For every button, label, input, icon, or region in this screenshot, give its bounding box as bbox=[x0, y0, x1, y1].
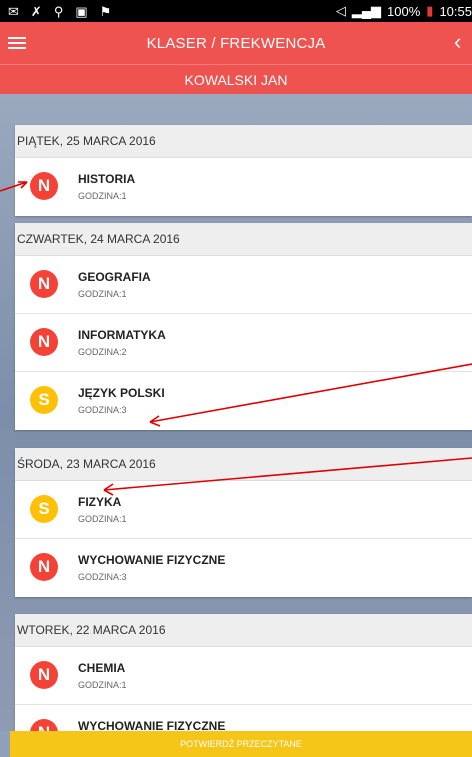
back-icon[interactable]: ‹ bbox=[454, 30, 472, 54]
lesson-row[interactable]: S FIZYKA GODZINA:1 bbox=[15, 481, 472, 539]
clock: 10:55 bbox=[439, 3, 472, 19]
status-badge: N bbox=[30, 661, 58, 689]
subject-name: WYCHOWANIE FIZYCZNE bbox=[78, 553, 226, 567]
status-badge: S bbox=[30, 386, 58, 414]
lesson-hour: GODZINA:1 bbox=[78, 191, 127, 201]
battery-level: 100% bbox=[387, 3, 421, 19]
confirm-read-button[interactable]: POTWIERDŹ PRZECZYTANE bbox=[10, 731, 472, 757]
lesson-hour: GODZINA:3 bbox=[78, 572, 127, 582]
day-header: ŚRODA, 23 MARCA 2016 bbox=[15, 448, 472, 481]
student-name: KOWALSKI JAN bbox=[0, 64, 472, 94]
day-header: WTOREK, 22 MARCA 2016 bbox=[15, 614, 472, 647]
lesson-row[interactable]: N WYCHOWANIE FIZYCZNE GODZINA:3 bbox=[15, 539, 472, 597]
lesson-row[interactable]: S JĘZYK POLSKI GODZINA:3 bbox=[15, 372, 472, 430]
status-badge: N bbox=[30, 328, 58, 356]
day-header: CZWARTEK, 24 MARCA 2016 bbox=[15, 223, 472, 256]
missed-call-icon: ✗ bbox=[30, 3, 42, 19]
lesson-hour: GODZINA:1 bbox=[78, 680, 127, 690]
status-badge: N bbox=[30, 270, 58, 298]
lesson-hour: GODZINA:1 bbox=[78, 289, 127, 299]
subject-name: HISTORIA bbox=[78, 172, 136, 186]
subject-name: GEOGRAFIA bbox=[78, 270, 151, 284]
subject-name: JĘZYK POLSKI bbox=[78, 386, 165, 400]
app-bar: KLASER / FREKWENCJA ‹ bbox=[0, 22, 472, 64]
status-badge: N bbox=[30, 553, 58, 581]
signal-icon: ▂▄▆ bbox=[351, 3, 382, 18]
day-group: CZWARTEK, 24 MARCA 2016 N GEOGRAFIA GODZINA… bbox=[15, 223, 472, 430]
day-group: PIĄTEK, 25 MARCA 2016 N HISTORIA GODZINA:1 bbox=[15, 125, 472, 216]
menu-icon[interactable] bbox=[8, 34, 26, 50]
day-group: WTOREK, 22 MARCA 2016 N CHEMIA GODZINA:1 N WY… bbox=[15, 614, 472, 731]
lesson-row[interactable]: N WYCHOWANIE FIZYCZNE bbox=[15, 705, 472, 731]
lesson-row[interactable]: N INFORMATYKA GODZINA:2 bbox=[15, 314, 472, 372]
subject-name: INFORMATYKA bbox=[78, 328, 166, 342]
gallery-icon: ▣ bbox=[75, 3, 88, 19]
flag-icon: ⚑ bbox=[99, 3, 112, 19]
status-bar: ✉ ✗ ⚲ ▣ ⚑ ◁ ▂▄▆ 100% ▮ 10:55 bbox=[0, 0, 472, 22]
lesson-row[interactable]: N HISTORIA GODZINA:1 bbox=[15, 158, 472, 216]
page-title: KLASER / FREKWENCJA bbox=[146, 34, 326, 52]
attendance-list[interactable]: PIĄTEK, 25 MARCA 2016 N HISTORIA GODZINA:1 C… bbox=[0, 94, 472, 731]
day-group: ŚRODA, 23 MARCA 2016 S FIZYKA GODZINA:1 N WYC… bbox=[15, 448, 472, 597]
lesson-hour: GODZINA:1 bbox=[78, 514, 127, 524]
subject-name: FIZYKA bbox=[78, 495, 122, 509]
notification-icons: ✉ ✗ ⚲ ▣ ⚑ bbox=[8, 5, 111, 18]
lesson-row[interactable]: N GEOGRAFIA GODZINA:1 bbox=[15, 256, 472, 314]
usb-icon: ⚲ bbox=[53, 3, 64, 19]
system-status: ◁ ▂▄▆ 100% ▮ 10:55 bbox=[336, 3, 472, 19]
mail-icon: ✉ bbox=[8, 3, 19, 19]
subject-name: CHEMIA bbox=[78, 661, 126, 675]
lesson-hour: GODZINA:3 bbox=[78, 405, 127, 415]
day-header: PIĄTEK, 25 MARCA 2016 bbox=[15, 125, 472, 158]
subject-name: WYCHOWANIE FIZYCZNE bbox=[78, 719, 226, 731]
status-badge: N bbox=[30, 719, 58, 731]
lesson-hour: GODZINA:2 bbox=[78, 347, 127, 357]
status-badge: N bbox=[30, 172, 58, 200]
mute-icon: ◁ bbox=[335, 3, 346, 18]
status-badge: S bbox=[30, 495, 58, 523]
lesson-row[interactable]: N CHEMIA GODZINA:1 bbox=[15, 647, 472, 705]
battery-icon: ▮ bbox=[426, 3, 434, 18]
